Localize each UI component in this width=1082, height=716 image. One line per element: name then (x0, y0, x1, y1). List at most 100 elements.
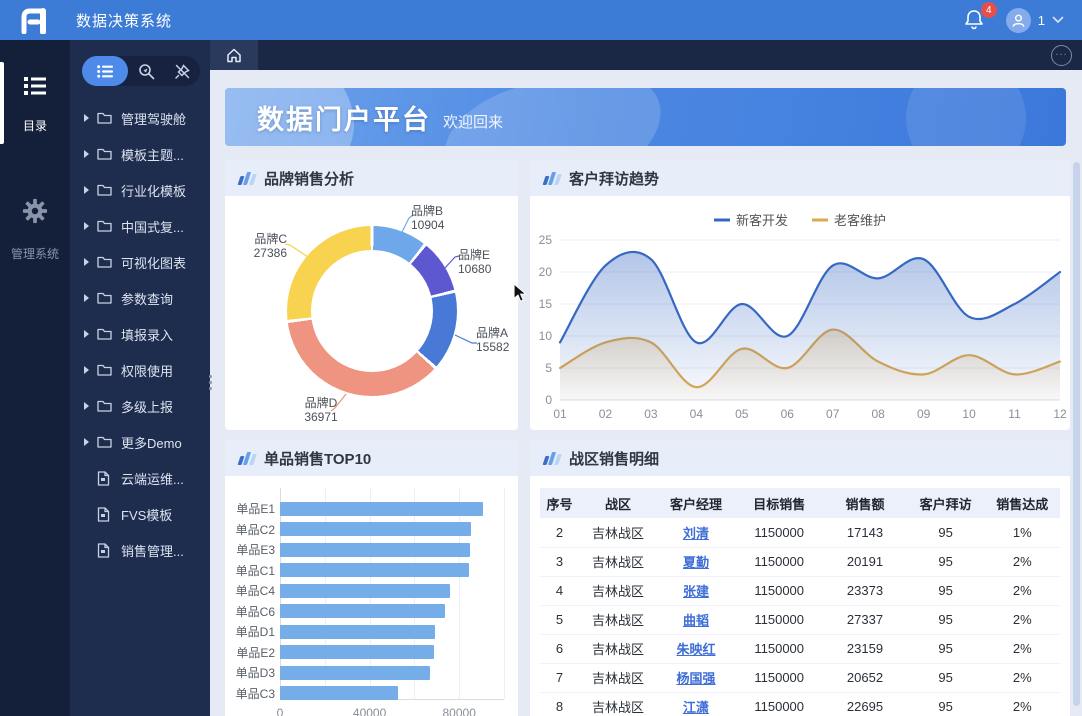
table-header-cell: 客户拜访 (906, 488, 985, 518)
table-cell: 1150000 (735, 547, 824, 577)
table-row: 7 吉林战区 杨国强 1150000 20652 95 2% (540, 663, 1060, 693)
table-cell: 23159 (823, 634, 907, 664)
sidebar-item-label: FVS模板 (121, 507, 173, 523)
app-logo-icon[interactable] (0, 6, 70, 34)
svg-text:06: 06 (781, 407, 795, 421)
svg-text:10: 10 (962, 407, 976, 421)
table-cell: 吉林战区 (579, 634, 657, 664)
table-cell: 17143 (823, 518, 907, 548)
folder-icon (97, 220, 112, 232)
sidebar-item[interactable]: 更多Demo (70, 424, 210, 460)
sidebar-item[interactable]: 云端运维... (70, 460, 210, 496)
table-header-cell: 序号 (540, 488, 579, 518)
sidebar-item[interactable]: 模板主题... (70, 136, 210, 172)
bar-row: 单品C4 (231, 580, 512, 601)
sidebar-item[interactable]: 权限使用 (70, 352, 210, 388)
manager-link[interactable]: 张建 (683, 584, 709, 599)
table-header: 序号 战区 客户经理 目标销售 销售额 客户拜访 销售达成 (540, 488, 1060, 518)
table-cell: 7 (540, 663, 579, 693)
manager-link[interactable]: 江潇 (683, 700, 709, 715)
svg-text:03: 03 (644, 407, 658, 421)
table-cell: 1150000 (735, 634, 824, 664)
table-cell: 2% (984, 605, 1060, 635)
bar-row: 单品E2 (231, 642, 512, 663)
table-cell: 95 (906, 576, 985, 606)
manager-link[interactable]: 杨国强 (676, 671, 715, 686)
sidebar-item[interactable]: 销售管理... (70, 532, 210, 568)
bar-row: 单品E3 (231, 539, 512, 560)
legend-item[interactable]: 老客维护 (812, 213, 886, 228)
chevron-down-icon (1052, 16, 1064, 24)
sidebar-item[interactable]: 可视化图表 (70, 244, 210, 280)
notifications-button[interactable]: 4 (964, 2, 997, 32)
bar (280, 583, 451, 598)
caret-right-icon (84, 294, 89, 302)
caret-right-icon (84, 330, 89, 338)
bar-row: 单品C3 (231, 683, 512, 704)
table-header-cell: 销售达成 (984, 488, 1060, 518)
panel-brand-sales: 品牌销售分析 品牌B 10904 品牌E 10680 品牌A 15582 品牌D 36971 品… (225, 160, 518, 430)
rail-item-admin[interactable]: 管理系统 (0, 184, 70, 272)
bar-chart: 单品E1 单品C2 单品E3 单品C1 单品C4 单品C6 单品D1 单品E2 … (231, 488, 512, 716)
table-cell: 2% (984, 634, 1060, 664)
manager-link[interactable]: 夏勤 (683, 555, 709, 570)
table-cell: 27337 (823, 605, 907, 635)
banner-title: 数据门户平台 (257, 104, 431, 135)
user-menu[interactable]: 1 (1005, 7, 1064, 33)
sidebar-item-label: 销售管理... (121, 543, 184, 559)
sidebar-drag-handle[interactable] (206, 370, 214, 394)
donut-label-name: 品牌A (476, 326, 509, 340)
bar-category-label: 单品D1 (235, 625, 275, 639)
sidebar-item[interactable]: 多级上报 (70, 388, 210, 424)
donut-label: 品牌E 10680 (458, 248, 518, 276)
scrollbar-thumb[interactable] (1073, 162, 1080, 706)
svg-text:04: 04 (690, 407, 704, 421)
bar-row: 单品D3 (231, 662, 512, 683)
chart-icon (542, 171, 562, 185)
table-cell: 吉林战区 (579, 518, 657, 548)
svg-text:老客维护: 老客维护 (834, 213, 886, 228)
logo-glyph-icon (21, 8, 46, 34)
sidebar-item[interactable]: 管理驾驶舱 (70, 100, 210, 136)
list-icon (24, 77, 46, 95)
legend-item[interactable]: 新客开发 (714, 213, 788, 228)
tab-home[interactable] (210, 40, 258, 70)
donut-label-name: 品牌E (458, 248, 491, 262)
table-cell: 20652 (823, 663, 907, 693)
folder-icon (97, 436, 112, 448)
sidebar-item[interactable]: 行业化模板 (70, 172, 210, 208)
sidebar-item[interactable]: 中国式复... (70, 208, 210, 244)
pin-button[interactable] (164, 56, 200, 86)
donut-chart: 品牌B 10904 品牌E 10680 品牌A 15582 品牌D 36971 品牌C 27386 (225, 196, 518, 430)
rail-item-directory[interactable]: 目录 (0, 62, 70, 144)
table-cell: 1150000 (735, 663, 824, 693)
svg-text:10: 10 (539, 329, 553, 343)
sidebar-item[interactable]: FVS模板 (70, 496, 210, 532)
manager-link[interactable]: 曲韬 (683, 613, 709, 628)
table-cell: 95 (906, 634, 985, 664)
manager-link[interactable]: 刘清 (683, 526, 709, 541)
document-icon (97, 506, 110, 522)
bar-row: 单品E1 (231, 498, 512, 519)
table-cell: 1% (984, 518, 1060, 548)
svg-text:25: 25 (539, 233, 553, 247)
home-icon (227, 48, 241, 62)
bar (280, 522, 472, 536)
table-cell: 1150000 (735, 692, 824, 716)
sidebar-item[interactable]: 填报录入 (70, 316, 210, 352)
menu-list-button[interactable] (82, 56, 128, 86)
donut-label-name: 品牌C (254, 232, 287, 246)
sidebar-item[interactable]: 参数查询 (70, 280, 210, 316)
chart-icon (237, 451, 257, 465)
topbar: 数据决策系统 4 1 (0, 0, 1082, 40)
manager-link[interactable]: 朱映红 (676, 642, 715, 657)
bar (280, 665, 431, 680)
table-row: 4 吉林战区 张建 1150000 23373 95 2% (540, 576, 1060, 606)
search-button[interactable] (128, 56, 164, 86)
more-options-button[interactable]: ... (1051, 44, 1072, 66)
bar-category-label: 单品C6 (235, 604, 275, 619)
sidebar-item-label: 云端运维... (121, 471, 184, 487)
table-cell: 2 (540, 518, 579, 548)
table-cell: 2% (984, 663, 1060, 693)
avatar (1005, 7, 1031, 33)
